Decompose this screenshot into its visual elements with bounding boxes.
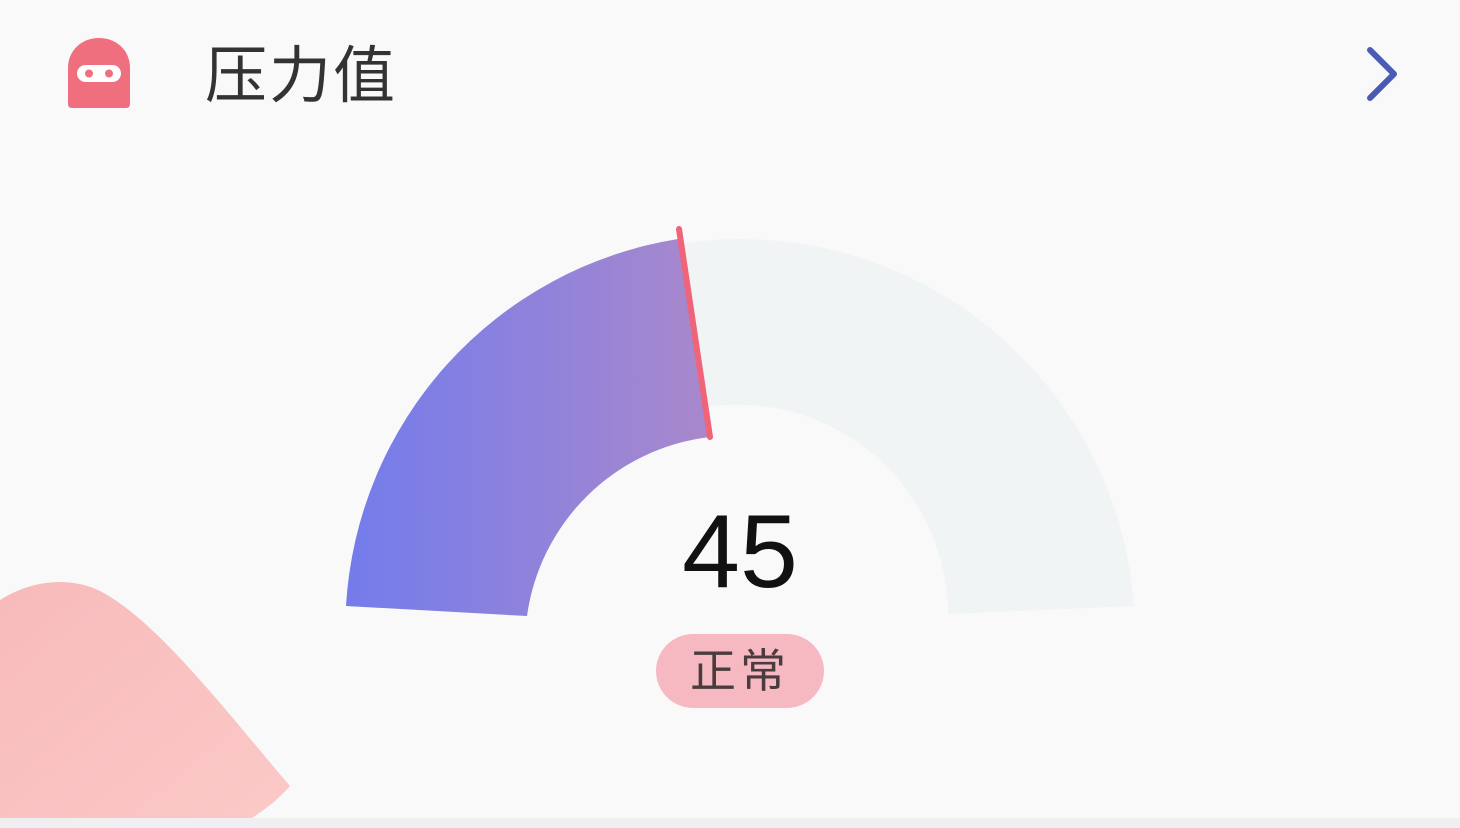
status-badge: 正常 bbox=[656, 634, 824, 708]
bottom-divider bbox=[0, 818, 1460, 828]
stress-value: 45 bbox=[682, 494, 798, 610]
decorative-wave bbox=[0, 581, 290, 818]
stress-card[interactable]: 压力值 45 正常 bbox=[0, 0, 1460, 818]
